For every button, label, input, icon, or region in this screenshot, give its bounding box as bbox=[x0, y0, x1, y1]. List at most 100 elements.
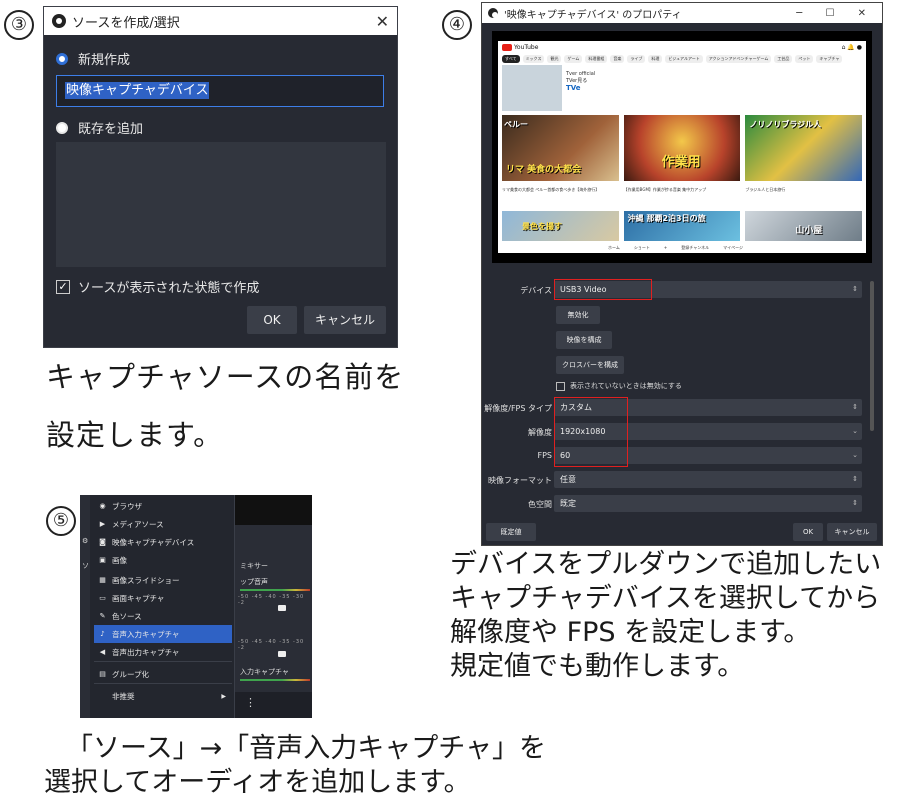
volume-slider-knob[interactable] bbox=[278, 605, 286, 611]
menu-item-icon: ▶ bbox=[99, 519, 106, 528]
youtube-nav-item[interactable]: + bbox=[664, 245, 667, 251]
caption-step4-line1: デバイスをプルダウンで追加したい bbox=[450, 549, 882, 580]
volume-slider-knob[interactable] bbox=[278, 651, 286, 657]
menu-item[interactable]: ▤ グループ化 bbox=[94, 665, 232, 683]
deactivate-button[interactable]: 無効化 bbox=[556, 306, 600, 324]
source-name-value: 映像キャプチャデバイス bbox=[65, 82, 210, 99]
banner-person-image bbox=[502, 65, 562, 111]
video-thumbnail[interactable]: 沖縄 那覇2泊3日の旅 bbox=[623, 211, 741, 241]
existing-sources-list[interactable] bbox=[56, 142, 386, 267]
mixer-track-1: ップ音声 bbox=[240, 578, 268, 586]
menu-item-label: 画像スライドショー bbox=[112, 575, 180, 585]
menu-item-icon: ◉ bbox=[99, 501, 106, 510]
radio-create-new[interactable]: 新規作成 bbox=[56, 49, 130, 68]
youtube-chip[interactable]: 工芸品 bbox=[774, 55, 793, 63]
video-thumbnail[interactable]: 景色を撮す bbox=[502, 211, 619, 241]
radio-add-existing[interactable]: 既存を追加 bbox=[56, 118, 143, 137]
youtube-nav-item[interactable]: ホーム bbox=[608, 245, 620, 251]
menu-item-label: メディアソース bbox=[112, 519, 164, 529]
submenu-arrow-icon: ▶ bbox=[221, 692, 226, 700]
add-source-context-menu: ◉ ブラウザ ▶ メディアソース ◙ 映像キャプチャデバイス ▣ 画像 ▦ 画像スライドショー ▭ 画… bbox=[90, 495, 235, 718]
cancel-button[interactable]: キャンセル bbox=[304, 306, 386, 334]
video-format-dropdown[interactable]: 任意 ⇕ bbox=[554, 471, 862, 488]
menu-item[interactable]: 非推奨 ▶ bbox=[94, 687, 232, 705]
youtube-chip[interactable]: ライブ bbox=[627, 55, 646, 63]
menu-item-label: 画像 bbox=[112, 555, 127, 565]
banner-channel-info: Tver official TVer見る TVe bbox=[566, 65, 595, 113]
capture-preview: YouTube ⌂ 🔔 ● すべて ミックス 観光 ゲーム 料理番組 音楽 ライブ 料理 ビジュ… bbox=[492, 31, 872, 263]
youtube-chip[interactable]: ペット bbox=[795, 55, 814, 63]
device-label: デバイス bbox=[520, 286, 552, 295]
step-number-5: ⑤ bbox=[46, 506, 76, 536]
radio-add-existing-label: 既存を追加 bbox=[78, 122, 144, 137]
youtube-chip[interactable]: ビジュアルアート bbox=[665, 55, 703, 63]
fps-label: FPS bbox=[537, 451, 552, 460]
youtube-chip[interactable]: キャプチャ bbox=[816, 55, 843, 63]
configure-crossbar-button[interactable]: クロスバーを構成 bbox=[556, 356, 624, 374]
menu-item[interactable]: ♪ 音声入力キャプチャ bbox=[94, 625, 232, 643]
menu-item[interactable]: ▭ 画面キャプチャ bbox=[94, 589, 232, 607]
menu-item[interactable]: ▦ 画像スライドショー bbox=[94, 571, 232, 589]
caption-step3: キャプチャソースの名前を 設定します。 bbox=[46, 348, 404, 464]
caption-step3-line1: キャプチャソースの名前を bbox=[46, 360, 405, 394]
caption-step5-line2: 選択してオーディオを追加します。 bbox=[44, 767, 471, 798]
deactivate-when-hidden-checkbox[interactable]: 表示されていないときは無効にする bbox=[556, 381, 682, 391]
youtube-top-banner: Tver official TVer見る TVe bbox=[498, 65, 866, 113]
menu-item-label: 色ソース bbox=[112, 611, 142, 621]
source-name-input[interactable]: 映像キャプチャデバイス bbox=[56, 75, 384, 107]
youtube-nav-item[interactable]: マイページ bbox=[723, 245, 743, 251]
menu-item[interactable]: ✎ 色ソース bbox=[94, 607, 232, 625]
more-options-icon[interactable]: ⋮ bbox=[245, 696, 256, 709]
chevron-down-icon: ⌄ bbox=[852, 451, 858, 459]
menu-item-icon: ▣ bbox=[99, 555, 106, 564]
close-icon[interactable]: ✕ bbox=[376, 12, 389, 31]
menu-item-label: ブラウザ bbox=[112, 501, 142, 511]
make-visible-checkbox[interactable]: ✓ ソースが表示された状態で作成 bbox=[56, 277, 259, 296]
thumbnail-title: 沖縄 那覇2泊3日の旅 bbox=[627, 214, 706, 223]
menu-item[interactable]: ◉ ブラウザ bbox=[94, 497, 232, 515]
youtube-chip[interactable]: 料理番組 bbox=[585, 55, 608, 63]
youtube-chip[interactable]: 音楽 bbox=[610, 55, 625, 63]
youtube-chip[interactable]: ゲーム bbox=[564, 55, 583, 63]
youtube-chip[interactable]: すべて bbox=[502, 55, 520, 63]
video-thumbnail[interactable]: リマ 美食の大都会 ペルー bbox=[502, 115, 619, 181]
configure-video-button[interactable]: 映像を構成 bbox=[556, 331, 612, 349]
window-controls[interactable]: ─ ☐ ✕ bbox=[796, 8, 876, 19]
properties-cancel-button[interactable]: キャンセル bbox=[827, 523, 877, 541]
properties-scrollbar[interactable] bbox=[870, 281, 874, 431]
defaults-button[interactable]: 既定値 bbox=[486, 523, 536, 541]
youtube-logo-text: YouTube bbox=[514, 43, 539, 51]
youtube-nav-item[interactable]: 登録チャンネル bbox=[681, 245, 709, 251]
ok-button[interactable]: OK bbox=[247, 306, 297, 334]
chevron-down-icon: ⌄ bbox=[852, 427, 858, 435]
menu-item-icon bbox=[98, 692, 107, 701]
caption-step4-line2: キャプチャデバイスを選択してから bbox=[450, 583, 881, 614]
device-highlight-box bbox=[554, 279, 652, 300]
menu-item[interactable]: ▶ メディアソース bbox=[94, 515, 232, 533]
menu-item-label: 画面キャプチャ bbox=[112, 593, 165, 603]
caption-step5-line1: 「ソース」→「音声入力キャプチャ」を bbox=[66, 733, 547, 764]
youtube-header: YouTube ⌂ 🔔 ● bbox=[498, 41, 866, 53]
banner-channel-sub: TVer見る bbox=[566, 78, 588, 84]
caption-step3-line2: 設定します。 bbox=[46, 418, 224, 452]
menu-item[interactable]: ◙ 映像キャプチャデバイス bbox=[94, 533, 232, 551]
youtube-bottom-nav: ホーム ショート + 登録チャンネル マイページ bbox=[608, 245, 743, 251]
youtube-chip-bar: すべて ミックス 観光 ゲーム 料理番組 音楽 ライブ 料理 ビジュアルアート アクションアドベン… bbox=[498, 53, 866, 65]
menu-item[interactable]: ◀ 音声出力キャプチャ bbox=[94, 643, 232, 661]
youtube-chip[interactable]: アクションアドベンチャーゲーム bbox=[705, 55, 772, 63]
video-thumbnail[interactable]: ノリノリブラジル人 bbox=[745, 115, 863, 181]
color-space-dropdown[interactable]: 既定 ⇕ bbox=[554, 495, 862, 512]
menu-separator bbox=[94, 661, 232, 662]
youtube-nav-item[interactable]: ショート bbox=[634, 245, 650, 251]
meter-scale: -50 -45 -40 -35 -30 -2 bbox=[238, 594, 305, 606]
youtube-chip[interactable]: ミックス bbox=[522, 55, 545, 63]
menu-item[interactable]: ▣ 画像 bbox=[94, 551, 232, 569]
properties-ok-button[interactable]: OK bbox=[793, 523, 823, 541]
youtube-chip[interactable]: 観光 bbox=[547, 55, 562, 63]
dropdown-arrow-icon: ⇕ bbox=[852, 475, 858, 483]
color-space-value: 既定 bbox=[560, 499, 576, 508]
youtube-chip[interactable]: 料理 bbox=[648, 55, 663, 63]
thumbnail-side-text: ペルー bbox=[504, 120, 528, 129]
video-thumbnail[interactable]: 山小屋 bbox=[745, 211, 863, 241]
video-thumbnail[interactable]: 作業用 bbox=[623, 115, 741, 181]
